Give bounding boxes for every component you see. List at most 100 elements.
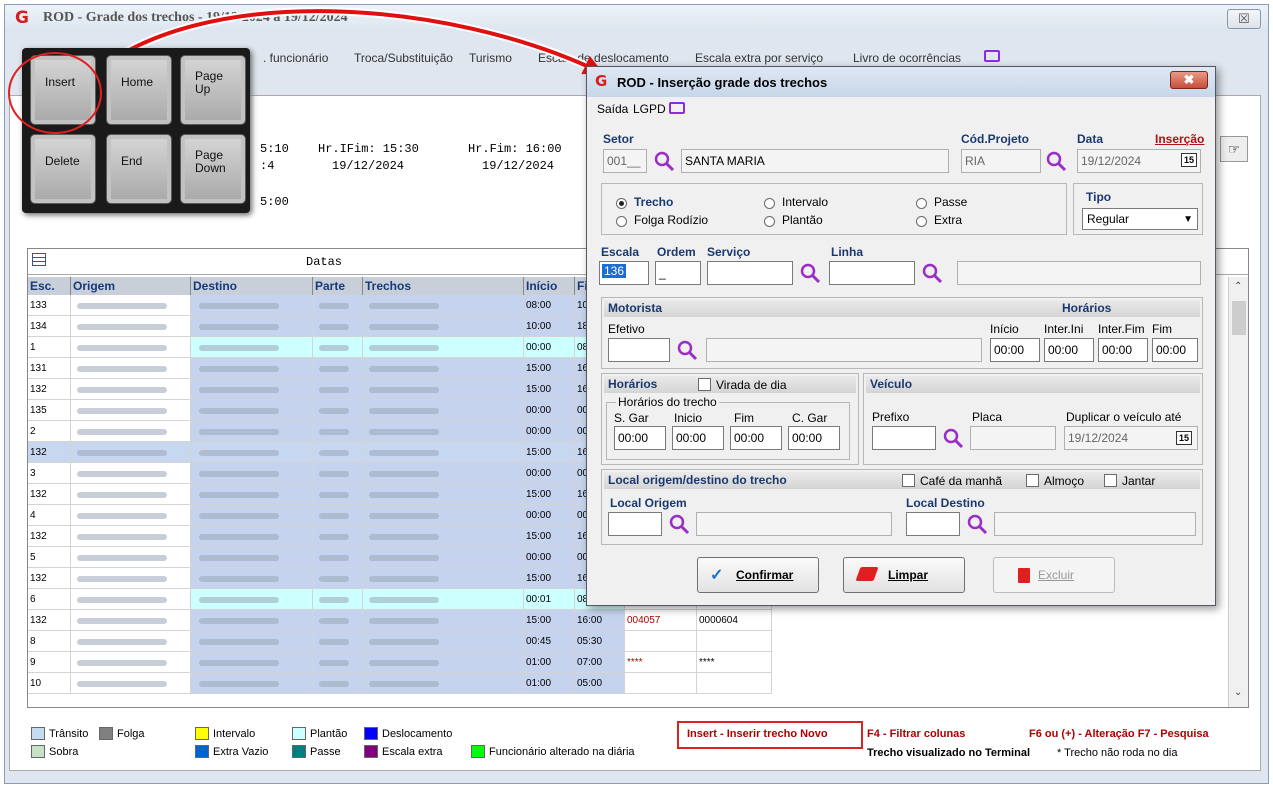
linha-label: Linha <box>831 245 863 259</box>
prefixo-search-icon[interactable] <box>942 427 964 449</box>
radio-extra-label: Extra <box>934 213 963 227</box>
radio-passe[interactable] <box>916 198 927 209</box>
motorista-group: Motorista Horários Efetivo Início 00:00 … <box>601 297 1203 369</box>
prefixo-field[interactable] <box>872 426 936 450</box>
duplicar-calendar-icon[interactable]: 15 <box>1176 431 1192 445</box>
horarios-trecho-label: Horários do trecho <box>616 395 719 409</box>
veiculo-header: Veículo <box>866 376 1200 393</box>
tipo-group: Tipo Regular ▼ <box>1073 183 1203 235</box>
trash-icon <box>1018 568 1030 583</box>
linha-desc-field[interactable] <box>957 261 1201 285</box>
c-gar-label: C. Gar <box>792 411 828 425</box>
placa-field[interactable] <box>970 426 1056 450</box>
jantar-checkbox[interactable] <box>1104 474 1117 487</box>
c-gar-field[interactable]: 00:00 <box>788 426 840 450</box>
local-origem-label: Local Origem <box>610 496 687 510</box>
radio-trecho[interactable] <box>616 198 627 209</box>
servico-search-icon[interactable] <box>799 262 821 284</box>
mot-inicio-field[interactable]: 00:00 <box>990 338 1040 362</box>
motorista-header: Motorista Horários <box>604 300 1200 317</box>
dialog-close-button[interactable]: ✖ <box>1170 71 1208 89</box>
jantar-label: Jantar <box>1122 474 1156 488</box>
setor-search-icon[interactable] <box>653 150 675 172</box>
confirmar-label: Confirmar <box>736 568 794 582</box>
servico-field[interactable] <box>707 261 793 285</box>
excluir-button[interactable]: Excluir <box>993 557 1115 593</box>
cafe-checkbox[interactable] <box>902 474 915 487</box>
radio-extra[interactable] <box>916 216 927 227</box>
chevron-down-icon[interactable]: ▼ <box>1183 214 1193 225</box>
prefixo-label: Prefixo <box>872 410 910 424</box>
setor-name-field[interactable]: SANTA MARIA <box>681 149 949 173</box>
almoco-checkbox[interactable] <box>1026 474 1039 487</box>
menu-saida[interactable]: Saída <box>597 102 628 116</box>
confirmar-button[interactable]: ✓ Confirmar <box>697 557 819 593</box>
radio-intervalo-label: Intervalo <box>782 195 829 209</box>
setor-label: Setor <box>603 132 634 146</box>
escala-label: Escala <box>601 245 640 259</box>
cod-projeto-field[interactable]: RIA <box>961 149 1041 173</box>
excluir-label: Excluir <box>1038 568 1075 582</box>
ordem-field[interactable]: _ <box>655 261 701 285</box>
inicio-field[interactable]: 00:00 <box>672 426 724 450</box>
mot-fim-field[interactable]: 00:00 <box>1152 338 1198 362</box>
linha-search-icon[interactable] <box>921 262 943 284</box>
local-destino-search-icon[interactable] <box>966 513 988 535</box>
limpar-label: Limpar <box>888 568 929 582</box>
key-page-down-label: Page Down <box>195 148 226 175</box>
almoco-label: Almoço <box>1044 474 1085 488</box>
limpar-button[interactable]: Limpar <box>843 557 965 593</box>
local-origem-name-field[interactable] <box>696 512 892 536</box>
data-label: Data <box>1077 132 1104 146</box>
dialog-title: ROD - Inserção grade dos trechos <box>617 75 828 90</box>
mot-inter-fim-field[interactable]: 00:00 <box>1098 338 1148 362</box>
motorista-label: Motorista <box>608 301 662 315</box>
local-destino-name-field[interactable] <box>994 512 1196 536</box>
s-gar-field[interactable]: 00:00 <box>614 426 666 450</box>
local-origem-search-icon[interactable] <box>668 513 690 535</box>
mot-fim-label: Fim <box>1152 322 1172 336</box>
efetivo-label: Efetivo <box>608 322 645 336</box>
local-destino-label: Local Destino <box>906 496 985 510</box>
local-destino-field[interactable] <box>906 512 960 536</box>
dialog-monitor-icon[interactable] <box>669 102 685 114</box>
radio-plantao[interactable] <box>764 216 775 227</box>
veiculo-group: Veículo Prefixo Placa Duplicar o veículo… <box>863 373 1203 465</box>
key-page-up-label: Page Up <box>195 69 224 96</box>
duplicar-label: Duplicar o veículo até <box>1066 410 1182 424</box>
data-calendar-icon[interactable]: 15 <box>1181 153 1197 167</box>
efetivo-search-icon[interactable] <box>676 339 698 361</box>
local-origem-field[interactable] <box>608 512 662 536</box>
placa-label: Placa <box>972 410 1003 424</box>
efetivo-field[interactable] <box>608 338 670 362</box>
dialog-logo-icon: G <box>595 72 608 90</box>
veiculo-label: Veículo <box>870 377 913 391</box>
eraser-icon <box>855 567 879 581</box>
menu-lgpd[interactable]: LGPD <box>633 102 666 116</box>
insert-dialog: G ROD - Inserção grade dos trechos ✖ Saí… <box>586 66 1216 606</box>
inicio-label: Inicio <box>674 411 703 425</box>
radio-intervalo[interactable] <box>764 198 775 209</box>
radio-folga-rodizio-label: Folga Rodízio <box>634 213 709 227</box>
mot-inter-fim-label: Inter.Fim <box>1098 322 1145 336</box>
radio-folga-rodizio[interactable] <box>616 216 627 227</box>
projeto-search-icon[interactable] <box>1045 150 1067 172</box>
local-group: Local origem/destino do trecho Café da m… <box>601 469 1203 545</box>
escala-field[interactable]: 136 <box>599 261 649 285</box>
radio-trecho-label: Trecho <box>634 195 674 209</box>
insercao-label: Inserção <box>1155 132 1205 146</box>
ordem-label: Ordem <box>657 245 696 259</box>
radio-plantao-label: Plantão <box>782 213 823 227</box>
linha-field[interactable] <box>829 261 915 285</box>
tipo-select[interactable]: Regular ▼ <box>1082 208 1198 230</box>
virada-checkbox[interactable] <box>698 378 711 391</box>
mot-inter-ini-field[interactable]: 00:00 <box>1044 338 1094 362</box>
tipo-trecho-group: Trecho Intervalo Passe Folga Rodízio Pla… <box>601 183 1067 235</box>
key-end-label: End <box>121 154 143 168</box>
fim-field[interactable]: 00:00 <box>730 426 782 450</box>
cafe-label: Café da manhã <box>920 474 1003 488</box>
setor-code-field[interactable]: 001__ <box>603 149 647 173</box>
efetivo-name-field[interactable] <box>706 338 982 362</box>
check-icon: ✓ <box>710 567 724 584</box>
horarios-label: Horários <box>608 377 658 391</box>
